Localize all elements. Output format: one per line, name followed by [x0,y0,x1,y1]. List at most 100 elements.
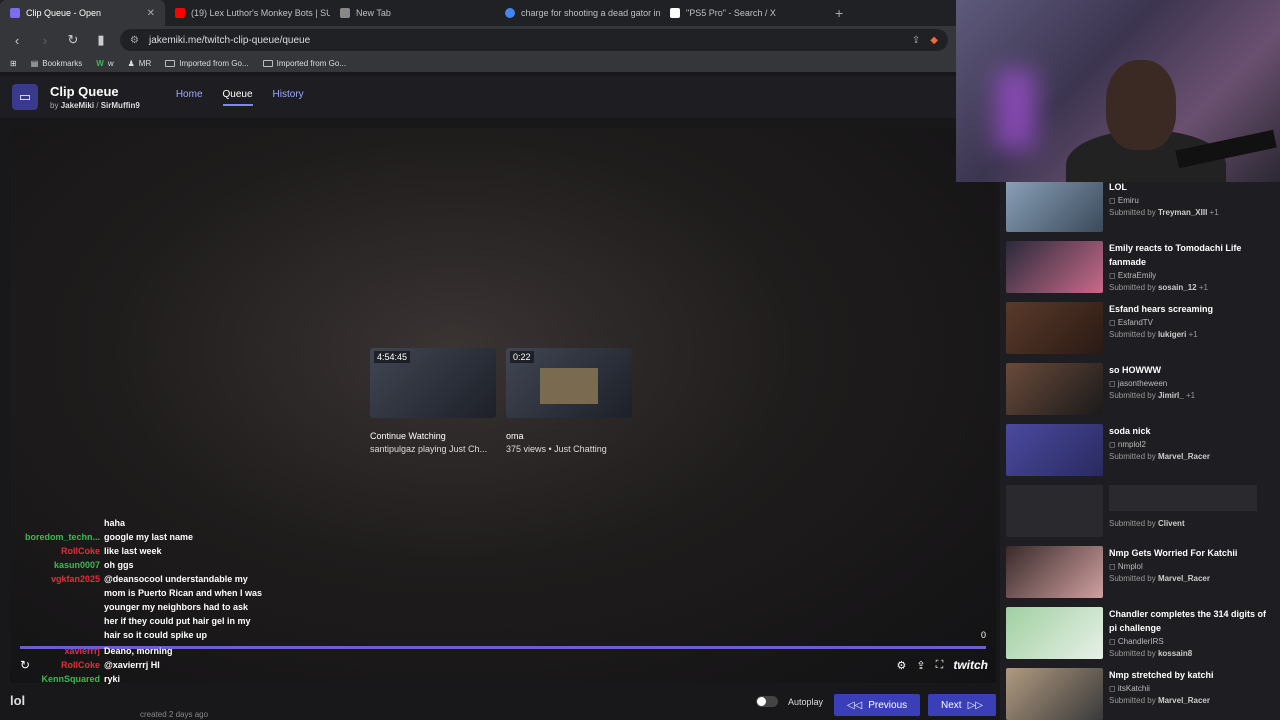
queue-item[interactable]: soda nick ◻ nmplol2 Submitted by Marvel_Ra… [1000,424,1280,485]
nav-history[interactable]: History [273,89,304,106]
channel-icon: ◻ [1109,562,1116,571]
bookmark-item[interactable]: ♟ MR [128,59,152,68]
url-field[interactable]: ⚙ jakemiki.me/twitch-clip-queue/queue ⇪ … [120,29,948,51]
submitter: Marvel_Racer [1157,696,1210,705]
queue-thumbnail [1006,241,1103,293]
chat-user: KennSquared [41,674,100,684]
back-icon[interactable]: ‹ [8,33,26,48]
queue-thumbnail [1006,546,1103,598]
queue-channel: EsfandTV [1117,318,1154,327]
author-link[interactable]: JakeMiki [61,101,94,110]
bookmark-folder[interactable]: Imported from Go... [165,59,249,68]
tv-logo-icon[interactable]: ▭ [12,84,38,110]
bookmark-item[interactable]: ▤ Bookmarks [31,59,83,68]
chat-message: vgkfan2025 @deansocool understandable my … [0,572,280,642]
channel-icon: ◻ [1109,379,1116,388]
close-icon[interactable]: ✕ [147,8,155,19]
new-tab-plus-icon[interactable]: + [825,5,853,21]
queue-title: Emily reacts to Tomodachi Life fanmade [1109,243,1242,267]
counter: 0 [980,630,986,640]
channel-icon: ◻ [1109,684,1116,693]
queue-channel: itsKatchii [1117,684,1150,693]
twitch-logo[interactable]: twitch [953,658,988,672]
queue-item[interactable]: Nmp stretched by katchi ◻ itsKatchii Submi… [1000,668,1280,720]
queue-item[interactable]: Chandler completes the 314 digits of pi … [1000,607,1280,668]
chat-message: KennSquared ryki [0,672,280,686]
fullscreen-icon[interactable]: ⛶ [936,659,944,672]
queue-channel: Emiru [1117,196,1139,205]
tab-clip-queue[interactable]: Clip Queue - Open ✕ [0,0,165,26]
folder-icon [165,59,176,67]
queue-title: Nmp stretched by katchi [1109,670,1214,680]
author-link[interactable]: SirMuffin9 [101,101,140,110]
queue-channel: nmplol2 [1117,440,1146,449]
chat-text: ryki [104,674,121,684]
queue-thumbnail [1006,302,1103,354]
queue-title: Chandler completes the 314 digits of pi … [1109,609,1267,633]
previous-button[interactable]: ◁◁ Previous [834,694,920,716]
queue-item[interactable]: Esfand hears screaming ◻ EsfandTV Submitte… [1000,302,1280,363]
clip-info-bar: lol created 2 days ago Autoplay ◁◁ Previo… [0,688,1000,720]
tab-title: (19) Lex Luthor's Monkey Bots | SUPE [191,8,330,18]
toggle-switch[interactable] [756,696,778,707]
chat-user: boredom_techn... [24,532,100,542]
next-button[interactable]: Next ▷▷ [928,694,996,716]
tab-new[interactable]: New Tab [330,0,495,26]
w-logo-icon: W [96,58,104,68]
chat-message: xavierrrj Deano, morning [0,644,280,658]
queue-item[interactable]: Nmp Gets Worried For Katchii ◻ Nmplol Subm… [1000,546,1280,607]
queue-title-placeholder [1109,485,1257,511]
chat-message: RollCoke like last week [0,544,280,558]
channel-icon: ◻ [1109,637,1116,646]
shield-icon [340,8,350,18]
share-icon[interactable]: ⇪ [912,35,920,46]
suggested-thumbnail[interactable]: 4:54:45 [370,348,496,418]
queue-thumbnail [1006,180,1103,232]
clip-meta: created 2 days ago [140,710,209,719]
submitter: Treyman_XIII [1157,208,1208,217]
autoplay-toggle[interactable]: Autoplay [756,696,823,707]
channel-icon: ◻ [1109,318,1116,327]
tab-title: Clip Queue - Open [26,8,102,18]
queue-item[interactable]: Submitted by Clivent [1000,485,1280,546]
queue-channel: ExtraEmily [1117,271,1157,280]
chat-text: @xavierrrj HI [104,660,160,670]
bookmark-folder[interactable]: Imported from Go... [262,59,346,68]
autoplay-label: Autoplay [788,696,824,707]
bookmarks-bar: ⊞ ▤ Bookmarks Ww ♟ MR Imported from Go... … [0,54,956,72]
forward-icon[interactable]: › [36,33,54,48]
brave-shield-icon[interactable]: ◆ [930,35,938,46]
nav-home[interactable]: Home [176,89,203,106]
suggested-thumbnail[interactable]: 0:22 [506,348,632,418]
channel-icon: ◻ [1109,440,1116,449]
suggested-video[interactable]: 4:54:45 Continue Watching santipulgaz pl… [370,348,500,454]
queue-item[interactable]: LOL ◻ Emiru Submitted by Treyman_XIII +1 [1000,180,1280,241]
bookmark-icon[interactable]: ▮ [92,32,110,48]
bookmark-item[interactable]: Ww [96,59,113,68]
duration-badge: 0:22 [510,351,534,363]
site-info-icon[interactable]: ⚙ [130,35,139,46]
share-icon[interactable]: ⇪ [916,659,925,672]
suggested-subtitle: 375 views • Just Chatting [506,444,607,454]
chat-message: kasun0007 oh ggs [0,558,280,572]
tab-youtube[interactable]: (19) Lex Luthor's Monkey Bots | SUPE [165,0,330,26]
submitter: Marvel_Racer [1157,574,1210,583]
player-controls: ⚙ ⇪ ⛶ twitch [897,658,988,672]
chat-user: RollCoke [60,546,100,556]
queue-item[interactable]: Emily reacts to Tomodachi Life fanmade ◻ … [1000,241,1280,302]
channel-icon: ◻ [1109,271,1116,280]
tab-x[interactable]: "PS5 Pro" - Search / X [660,0,825,26]
app-title: Clip Queue [50,84,119,99]
queue-thumbnail [1006,607,1103,659]
suggested-video[interactable]: 0:22 oma 375 views • Just Chatting [506,348,636,454]
nav-queue[interactable]: Queue [222,89,253,106]
chat-text: oh ggs [104,560,134,570]
reload-icon[interactable]: ↻ [64,32,82,48]
queue-item[interactable]: so HOWWW ◻ jasontheween Submitted by Jimir… [1000,363,1280,424]
tab-google[interactable]: charge for shooting a dead gator in [495,0,660,26]
bookmarks-icon: ▤ [30,58,39,68]
chat-user: RollCoke [60,660,100,670]
apps-grid-icon[interactable]: ⊞ [10,59,17,68]
settings-gear-icon[interactable]: ⚙ [897,659,907,672]
chat-text: google my last name [104,532,194,542]
